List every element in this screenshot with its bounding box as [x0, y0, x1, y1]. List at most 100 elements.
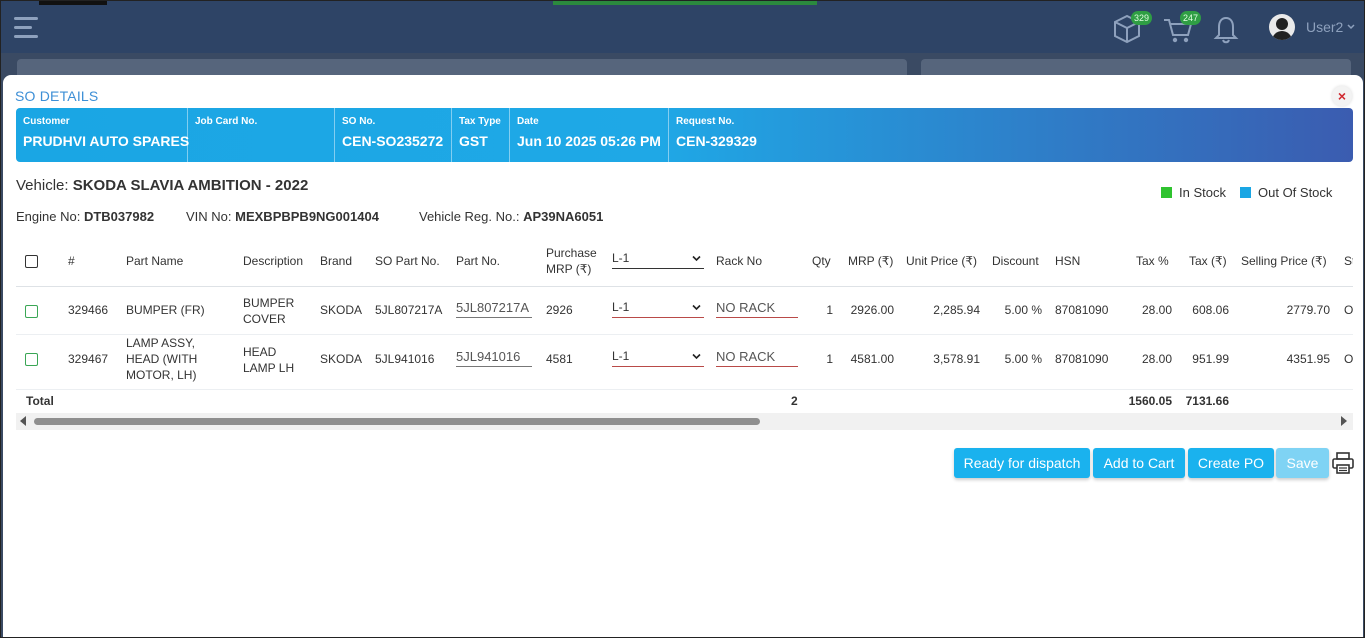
- create-po-button[interactable]: Create PO: [1188, 448, 1274, 478]
- vehicle-reg-no: Vehicle Reg. No.: AP39NA6051: [419, 209, 603, 224]
- row-tax: 608.06: [1192, 303, 1229, 317]
- total-label: Total: [26, 394, 54, 408]
- row-discount: 5.00 %: [1004, 303, 1042, 317]
- row-checkbox[interactable]: [25, 353, 38, 366]
- row-purchase-mrp: 4581: [546, 352, 573, 366]
- top-navbar: 329 247 User2: [1, 1, 1364, 53]
- username-menu[interactable]: User2: [1306, 19, 1355, 35]
- vehicle-label: Vehicle:: [16, 177, 69, 194]
- hamburger-menu-icon[interactable]: [14, 17, 40, 39]
- legend-out-of-stock: Out Of Stock: [1240, 185, 1332, 200]
- so-number-cell: SO No. CEN-SO235272: [335, 108, 452, 162]
- col-mrp: MRP (₹): [848, 254, 894, 268]
- chevron-down-icon: [692, 255, 701, 262]
- select-all-checkbox[interactable]: [25, 255, 38, 268]
- tax-type-value: GST: [459, 133, 488, 149]
- row-purchase-mrp: 2926: [546, 303, 573, 317]
- cart-icon[interactable]: 247: [1162, 11, 1202, 45]
- cart-badge: 247: [1180, 11, 1202, 25]
- ready-for-dispatch-button[interactable]: Ready for dispatch: [954, 448, 1090, 478]
- engine-no: Engine No: DTB037982: [16, 209, 154, 224]
- row-num: 329467: [68, 352, 109, 366]
- row-unit-price: 3,578.91: [933, 352, 980, 366]
- total-qty: 2: [791, 394, 798, 408]
- horizontal-scrollbar[interactable]: [16, 413, 1353, 430]
- username-label: User2: [1306, 19, 1344, 35]
- tab-indicator: [39, 1, 107, 5]
- row-description-line2: LAMP LH: [243, 361, 295, 375]
- legend-in-stock: In Stock: [1161, 185, 1226, 200]
- col-qty: Qty: [812, 254, 831, 268]
- row-selling-price: 2779.70: [1286, 303, 1330, 317]
- scroll-left-icon[interactable]: [20, 416, 26, 426]
- modal-title: SO DETAILS: [15, 88, 99, 104]
- row-so-part-no: 5JL941016: [375, 352, 435, 366]
- engine-value: DTB037982: [83, 209, 155, 224]
- row-so-part-no: 5JL807217A: [375, 303, 443, 317]
- add-to-cart-button[interactable]: Add to Cart: [1093, 448, 1185, 478]
- row-description-line2: COVER: [243, 312, 286, 326]
- row-selling-price: 4351.95: [1286, 352, 1330, 366]
- row-description-line1: BUMPER: [243, 296, 295, 310]
- row-mrp: 2926.00: [850, 303, 894, 317]
- package-icon[interactable]: 329: [1111, 11, 1153, 45]
- date-cell: Date Jun 10 2025 05:26 PM: [510, 108, 669, 162]
- table-row[interactable]: 329467 LAMP ASSY, HEAD (WITH MOTOR, LH) …: [16, 335, 1353, 389]
- row-description: HEAD LAMP LH: [243, 344, 294, 376]
- row-part-name: BUMPER (FR): [126, 303, 205, 317]
- progress-indicator: [553, 1, 817, 5]
- chevron-down-icon: [692, 353, 701, 360]
- part-no-input[interactable]: 5JL941016: [456, 349, 532, 367]
- reg-value: AP39NA6051: [523, 209, 604, 224]
- customer-label: Customer: [23, 116, 70, 127]
- row-mrp: 4581.00: [850, 352, 894, 366]
- print-icon[interactable]: [1331, 451, 1355, 475]
- vin-value: MEXBPBPB9NG001404: [235, 209, 379, 224]
- row-tax: 951.99: [1192, 352, 1229, 366]
- bell-icon[interactable]: [1211, 11, 1245, 45]
- row-discount: 5.00 %: [1004, 352, 1042, 366]
- col-brand: Brand: [320, 254, 353, 268]
- scroll-right-icon[interactable]: [1341, 416, 1347, 426]
- level-select[interactable]: L-1: [612, 300, 704, 318]
- close-button[interactable]: ×: [1332, 86, 1352, 106]
- jobcard-label: Job Card No.: [195, 116, 258, 127]
- row-part-name-line2: HEAD (WITH: [126, 352, 198, 366]
- part-no-input[interactable]: 5JL807217A: [456, 300, 532, 318]
- customer-value: PRUDHVI AUTO SPARES: [23, 133, 190, 149]
- col-status: St: [1344, 254, 1353, 268]
- row-checkbox[interactable]: [25, 305, 38, 318]
- row-qty: 1: [826, 352, 833, 366]
- save-button[interactable]: Save: [1276, 448, 1329, 478]
- user-avatar[interactable]: [1269, 14, 1295, 40]
- total-tax-pct: 1560.05: [1128, 394, 1172, 408]
- row-description: BUMPER COVER: [243, 295, 294, 327]
- level-filter-select[interactable]: L-1: [612, 251, 704, 269]
- so-number-value: CEN-SO235272: [342, 133, 444, 149]
- parts-table: # Part Name Description Brand SO Part No…: [16, 235, 1353, 413]
- col-tax: Tax (₹): [1189, 254, 1227, 268]
- col-hsn: HSN: [1055, 254, 1081, 268]
- row-part-name-line1: LAMP ASSY,: [126, 336, 195, 350]
- row-status: Ol: [1344, 303, 1353, 317]
- level-select[interactable]: L-1: [612, 349, 704, 367]
- col-purchase-mrp-line2: MRP (₹): [546, 262, 592, 276]
- row-brand: SKODA: [320, 303, 363, 317]
- rack-input[interactable]: NO RACK: [716, 300, 798, 318]
- col-discount: Discount: [992, 254, 1039, 268]
- col-unit-price: Unit Price (₹): [906, 254, 977, 268]
- rack-input[interactable]: NO RACK: [716, 349, 798, 367]
- scroll-thumb[interactable]: [34, 418, 760, 425]
- col-rack-no: Rack No: [716, 254, 763, 268]
- row-hsn: 87081090: [1055, 352, 1109, 366]
- row-qty: 1: [826, 303, 833, 317]
- request-label: Request No.: [676, 116, 735, 127]
- chevron-down-icon: [692, 304, 701, 311]
- row-description-line1: HEAD: [243, 345, 277, 359]
- level-select-value: L-1: [612, 300, 630, 314]
- customer-cell: Customer PRUDHVI AUTO SPARES: [16, 108, 190, 162]
- col-num: #: [68, 254, 75, 268]
- table-header: # Part Name Description Brand SO Part No…: [16, 235, 1353, 287]
- table-row[interactable]: 329466 BUMPER (FR) BUMPER COVER SKODA 5J…: [16, 288, 1353, 334]
- in-stock-swatch: [1161, 187, 1172, 198]
